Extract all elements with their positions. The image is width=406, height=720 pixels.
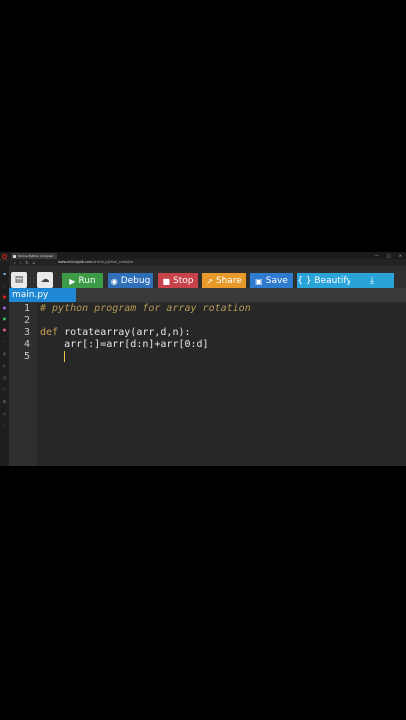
file-tab-bar: main.py (9, 288, 406, 302)
url-text[interactable]: www.onlinegdb.com/online_python_compiler (58, 260, 134, 265)
share-icon: ↗ (206, 276, 213, 286)
messenger-icon[interactable]: ● (2, 305, 7, 310)
line-number: 2 (23, 315, 30, 326)
reload-icon[interactable]: ↻ (25, 261, 28, 265)
window-controls: — □ × (375, 253, 402, 258)
stop-button[interactable]: ■ Stop (158, 273, 198, 289)
debug-icon: ◉ (110, 276, 118, 286)
history-icon[interactable]: ◎ (2, 351, 7, 356)
clock-icon[interactable]: ◷ (2, 375, 7, 380)
opera-logo-icon[interactable] (0, 252, 9, 261)
browser-tab-title: Online Python Compiler (18, 254, 54, 258)
code-line-4[interactable]: arr[:]=arr[d:n]+arr[0:d] (40, 339, 209, 351)
beautify-label: { } Beautify (297, 276, 352, 286)
upload-icon[interactable]: ☁ (37, 272, 53, 288)
share-label: Share (215, 276, 242, 286)
tab-strip: Online Python Compiler — □ × (0, 252, 406, 259)
code-line-1[interactable]: # python program for array rotation (40, 303, 251, 315)
stop-icon: ■ (162, 276, 171, 286)
stop-label: Stop (173, 276, 194, 286)
close-icon[interactable]: × (399, 253, 402, 258)
speed-dial-icon[interactable]: ▪ (2, 271, 7, 276)
download-button[interactable]: ⤓ (350, 273, 394, 289)
file-tab-main-py[interactable]: main.py (9, 288, 76, 302)
save-icon: ▣ (255, 276, 263, 286)
ide-toolbar: ▤ ☁ ▶ Run ◉ Debug ■ Stop ↗ Share ▣ Save { } B… (9, 269, 406, 289)
new-file-icon[interactable]: ▤ (11, 272, 27, 288)
save-button[interactable]: ▣ Save (250, 273, 293, 289)
url-path: /online_python_compiler (92, 260, 134, 264)
url-host: www.onlinegdb.com (58, 260, 93, 264)
debug-label: Debug (120, 276, 151, 286)
sidebar-app-icon[interactable]: ● (2, 294, 7, 299)
home-icon[interactable]: ⌂ (33, 261, 36, 265)
site-favicon-icon (13, 254, 16, 258)
share-button[interactable]: ↗ Share (202, 273, 246, 289)
debug-button[interactable]: ◉ Debug (108, 273, 153, 289)
heart-icon[interactable]: ♡ (2, 387, 7, 392)
save-label: Save (265, 276, 288, 286)
instagram-icon[interactable]: ● (2, 327, 7, 332)
maximize-icon[interactable]: □ (387, 253, 391, 258)
more-icon[interactable]: ⋯ (2, 423, 7, 428)
back-icon[interactable]: ‹ (14, 261, 16, 265)
browser-window: Online Python Compiler — □ × ‹ › ↻ ⌂ www… (0, 252, 406, 466)
run-button[interactable]: ▶ Run (62, 273, 103, 289)
onlinegdb-page: ▤ ☁ ▶ Run ◉ Debug ■ Stop ↗ Share ▣ Save { } B… (9, 266, 406, 466)
beautify-button[interactable]: { } Beautify (297, 273, 352, 289)
download-icon: ⤓ (370, 276, 374, 286)
line-number: 4 (23, 339, 30, 350)
player-icon[interactable]: ▷ (2, 363, 7, 368)
line-number-gutter: 1 2 3 4 5 (9, 303, 37, 466)
browser-sidebar: ▪ ◌ ● ● ● ● – ◎ ▷ ◷ ♡ ⚙ ◇ ⋯ (0, 261, 9, 466)
whatsapp-icon[interactable]: ● (2, 316, 7, 321)
text-cursor (64, 351, 65, 362)
def-keyword: def (40, 327, 59, 338)
bookmark-icon[interactable]: ◌ (2, 283, 7, 288)
play-icon: ▶ (69, 276, 76, 286)
line-number: 1 (23, 303, 30, 314)
divider-icon: – (3, 339, 6, 344)
forward-icon[interactable]: › (20, 261, 22, 265)
settings-icon[interactable]: ⚙ (2, 399, 7, 404)
line-number: 5 (23, 351, 30, 362)
code-line-3[interactable]: def rotatearray(arr,d,n): (40, 327, 191, 339)
video-frame: { "browser": { "tab_title": "Online Pyth… (0, 0, 406, 720)
run-label: Run (78, 276, 96, 286)
minimize-icon[interactable]: — (375, 253, 379, 258)
function-signature: rotatearray(arr,d,n): (58, 327, 191, 338)
nav-buttons: ‹ › ↻ ⌂ (14, 261, 35, 265)
code-editor[interactable]: 1 2 3 4 5 # python program for array rot… (9, 303, 406, 466)
extensions-icon[interactable]: ◇ (2, 411, 7, 416)
line-number: 3 (23, 327, 30, 338)
